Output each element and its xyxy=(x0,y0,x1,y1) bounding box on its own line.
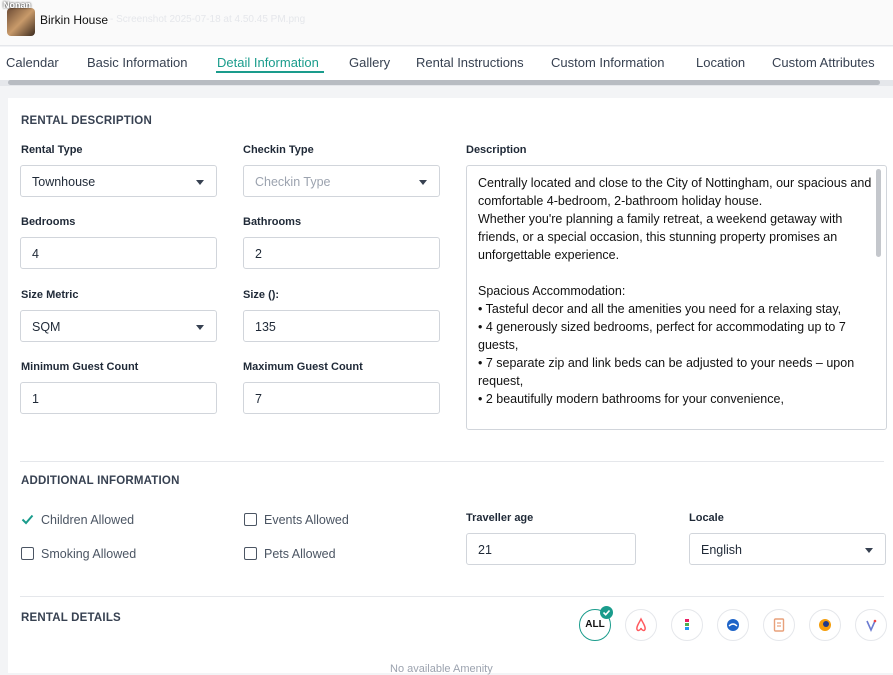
checkin-type-placeholder: Checkin Type xyxy=(255,175,331,189)
description-textarea[interactable]: Centrally located and close to the City … xyxy=(466,165,887,430)
tab-detail-information[interactable]: Detail Information xyxy=(217,55,319,70)
section-divider xyxy=(20,596,884,597)
bedrooms-input[interactable]: 4 xyxy=(20,237,217,269)
size-metric-label: Size Metric xyxy=(21,289,79,301)
pets-allowed-checkbox[interactable] xyxy=(244,547,257,560)
property-title: Birkin House xyxy=(40,13,109,27)
section-title-additional-information: ADDITIONAL INFORMATION xyxy=(21,475,180,487)
traveller-age-label: Traveller age xyxy=(466,512,534,524)
min-guest-input[interactable]: 1 xyxy=(20,382,217,414)
v-channel-icon[interactable] xyxy=(855,609,887,641)
chevron-down-icon xyxy=(865,548,873,553)
chevron-down-icon xyxy=(419,180,427,185)
max-guest-label: Maximum Guest Count xyxy=(243,361,363,373)
traveller-age-value: 21 xyxy=(478,543,492,557)
smoking-allowed-checkbox[interactable] xyxy=(21,547,34,560)
screenshot-filename-overlay: - Screenshot 2025-07-18 at 4.50.45 PM.pn… xyxy=(110,14,306,25)
locale-label: Locale xyxy=(689,512,724,524)
max-guest-value: 7 xyxy=(255,392,262,406)
channel-orange-icon[interactable] xyxy=(809,609,841,641)
top-bar: Birkin House - Screenshot 2025-07-18 at … xyxy=(0,0,893,46)
tab-gallery[interactable]: Gallery xyxy=(349,55,390,70)
selected-check-icon xyxy=(600,606,613,619)
rental-type-value: Townhouse xyxy=(32,175,96,189)
expedia-icon[interactable] xyxy=(717,609,749,641)
size-value: 135 xyxy=(255,320,276,334)
locale-select[interactable]: English xyxy=(689,533,886,565)
max-guest-input[interactable]: 7 xyxy=(243,382,440,414)
tab-custom-attributes[interactable]: Custom Attributes xyxy=(772,55,875,70)
section-divider xyxy=(20,461,884,462)
bathrooms-label: Bathrooms xyxy=(243,216,302,228)
section-title-rental-details: RENTAL DETAILS xyxy=(21,612,121,624)
bedrooms-label: Bedrooms xyxy=(21,216,76,228)
bedrooms-value: 4 xyxy=(32,247,39,261)
tab-location[interactable]: Location xyxy=(696,55,745,70)
description-text: Centrally located and close to the City … xyxy=(478,176,872,406)
description-label: Description xyxy=(466,144,527,156)
bathrooms-input[interactable]: 2 xyxy=(243,237,440,269)
size-metric-select[interactable]: SQM xyxy=(20,310,217,342)
section-title-rental-description: RENTAL DESCRIPTION xyxy=(21,115,152,127)
size-metric-value: SQM xyxy=(32,320,61,334)
tab-custom-information[interactable]: Custom Information xyxy=(551,55,664,70)
events-allowed-label[interactable]: Events Allowed xyxy=(264,513,349,527)
events-allowed-checkbox[interactable] xyxy=(244,513,257,526)
chevron-down-icon xyxy=(196,180,204,185)
min-guest-value: 1 xyxy=(32,392,39,406)
children-allowed-checkbox[interactable] xyxy=(21,513,34,526)
description-scrollbar[interactable] xyxy=(876,169,881,257)
bathrooms-value: 2 xyxy=(255,247,262,261)
tabs-scrollbar-thumb[interactable] xyxy=(8,80,880,85)
tab-rental-instructions[interactable]: Rental Instructions xyxy=(416,55,524,70)
locale-value: English xyxy=(701,543,742,557)
tab-calendar[interactable]: Calendar xyxy=(6,55,59,70)
detail-panel: RENTAL DESCRIPTION Rental Type Townhouse… xyxy=(8,98,893,675)
size-input[interactable]: 135 xyxy=(243,310,440,342)
pets-allowed-label[interactable]: Pets Allowed xyxy=(264,547,336,561)
children-allowed-label[interactable]: Children Allowed xyxy=(41,513,134,527)
smoking-allowed-label[interactable]: Smoking Allowed xyxy=(41,547,136,561)
vrbo-icon[interactable] xyxy=(763,609,795,641)
airbnb-icon[interactable] xyxy=(625,609,657,641)
overlay-tag: Nonan xyxy=(3,0,31,10)
traveller-age-input[interactable]: 21 xyxy=(466,533,636,565)
rental-type-select[interactable]: Townhouse xyxy=(20,165,217,197)
tab-bar: Calendar Basic Information Detail Inform… xyxy=(0,47,893,83)
rental-type-label: Rental Type xyxy=(21,144,83,156)
bookingcom-icon[interactable] xyxy=(671,609,703,641)
property-thumbnail xyxy=(7,8,35,36)
checkin-type-select[interactable]: Checkin Type xyxy=(243,165,440,197)
active-tab-indicator xyxy=(216,71,324,73)
checkin-type-label: Checkin Type xyxy=(243,144,314,156)
size-label: Size (): xyxy=(243,289,280,301)
empty-amenity-message: No available Amenity xyxy=(390,663,493,675)
checkmark-icon xyxy=(21,514,34,525)
tab-basic-information[interactable]: Basic Information xyxy=(87,55,187,70)
chevron-down-icon xyxy=(196,325,204,330)
min-guest-label: Minimum Guest Count xyxy=(21,361,139,373)
channel-all-label: ALL xyxy=(585,619,605,630)
